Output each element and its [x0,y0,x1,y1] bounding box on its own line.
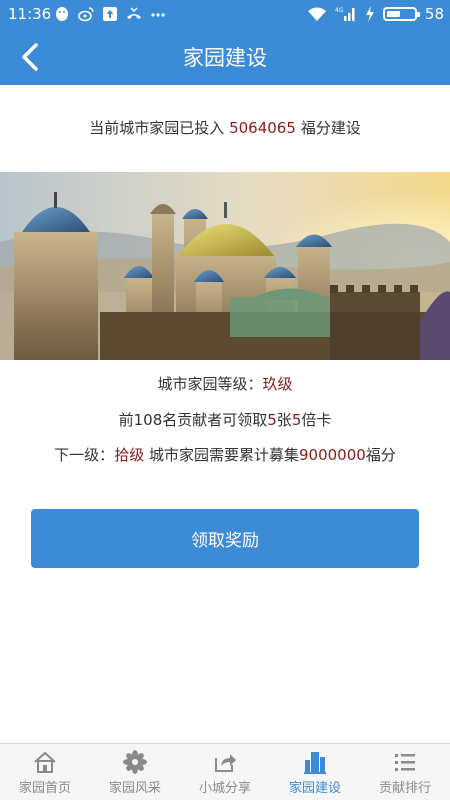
nav-build[interactable]: 家园建设 [270,744,360,800]
more-dots-icon [151,13,165,17]
missed-call-icon [127,7,141,19]
svg-text:4G: 4G [335,7,344,14]
nav-style-label: 家园风采 [108,781,161,796]
status-time: 11:36 [8,5,52,23]
city-level-line: 城市家园等级：玖级 [0,373,450,394]
share-icon [215,754,236,772]
city-level-label: 城市家园等级： [157,375,263,393]
nav-home-label: 家园首页 [18,781,71,796]
investment-summary: 当前城市家园已投入 5064065 福分建设 [0,117,450,138]
page-title: 家园建设 [183,46,267,70]
nav-share-label: 小城分享 [198,781,251,796]
contributor-text: 前108名贡献者可领取 [118,411,268,429]
next-level-label: 下一级： [54,446,115,464]
contributor-reward-line: 前108名贡献者可领取5张5倍卡 [0,409,450,430]
building-icon [304,752,326,774]
next-level-value: 拾级 [114,446,145,464]
wifi-icon [307,7,326,21]
nav-ranking[interactable]: 贡献排行 [360,744,450,800]
bottom-nav: 家园首页 家园风采 小城分享 家园建设 贡献排行 [0,743,450,800]
flower-icon [123,750,147,774]
nav-build-label: 家园建设 [288,781,341,796]
header-bar: 家园建设 [0,28,450,85]
qq-icon [56,7,68,21]
charging-icon [365,6,374,22]
card-count: 5 [267,411,277,429]
home-icon [34,751,56,773]
nav-style[interactable]: 家园风采 [90,744,180,800]
card-multiplier: 5 [291,411,302,429]
investment-prefix: 当前城市家园已投入 [89,119,225,137]
city-level-value: 玖级 [262,375,293,393]
upload-icon [103,7,117,21]
card-unit: 张 [276,411,292,429]
status-bar: 11:36 4G 58 [0,0,450,28]
investment-suffix: 福分建设 [300,119,361,137]
next-level-text: 城市家园需要累计募集 [144,446,299,464]
next-level-unit: 福分 [365,446,396,464]
card-label: 倍卡 [301,411,332,429]
ranking-list-icon [395,754,415,771]
nav-ranking-label: 贡献排行 [378,781,431,796]
next-level-line: 下一级：拾级 城市家园需要累计募集9000000福分 [0,444,450,465]
next-level-amount: 9000000 [298,446,366,464]
weibo-icon [78,7,94,22]
investment-amount: 5064065 [229,119,296,137]
castle-banner-image [0,172,450,360]
signal-4g-icon: 4G [335,7,355,21]
battery-icon [382,7,420,21]
battery-percent: 58 [424,5,444,23]
claim-reward-button[interactable]: 领取奖励 [31,509,419,568]
nav-home[interactable]: 家园首页 [0,744,90,800]
nav-share[interactable]: 小城分享 [180,744,270,800]
